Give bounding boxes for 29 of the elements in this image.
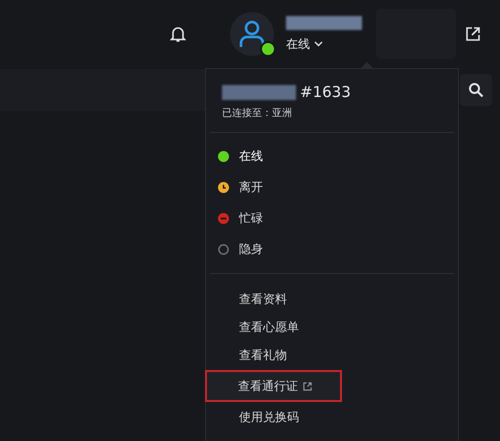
status-dropdown[interactable]: 在线 — [286, 36, 362, 52]
menu-link[interactable]: 使用兑换码 — [206, 404, 343, 430]
link-label: 使用兑换码 — [239, 408, 299, 426]
connection-status: 已连接至：亚洲 — [222, 106, 293, 120]
user-icon — [239, 20, 265, 48]
link-label: 查看资料 — [239, 290, 287, 308]
menu-link[interactable]: 查看礼物 — [206, 342, 343, 368]
status-label: 离开 — [239, 179, 263, 196]
external-link-icon[interactable] — [465, 26, 481, 42]
menu-link[interactable]: 查看资料 — [206, 286, 343, 312]
link-label: 查看礼物 — [239, 346, 287, 364]
user-tag: #1633 — [300, 83, 351, 101]
status-label: 在线 — [239, 148, 263, 165]
avatar[interactable] — [230, 12, 274, 56]
status-label: 忙碌 — [239, 210, 263, 227]
status-option[interactable]: 在线 — [214, 141, 450, 172]
search-icon — [468, 82, 484, 98]
link-label: 查看心愿单 — [239, 318, 299, 336]
chevron-down-icon — [314, 41, 323, 47]
status-option[interactable]: 离开 — [214, 172, 450, 203]
bell-icon[interactable] — [170, 25, 186, 43]
status-label: 隐身 — [239, 241, 263, 258]
search-button[interactable] — [460, 74, 492, 106]
online-status-dot — [260, 41, 276, 57]
menu-link[interactable]: 查看通行证 — [205, 370, 342, 402]
menu-link[interactable]: 查看心愿单 — [206, 314, 343, 340]
link-label: 查看通行证 — [238, 378, 298, 394]
status-option[interactable]: 隐身 — [214, 234, 450, 265]
status-option[interactable]: 忙碌 — [214, 203, 450, 234]
